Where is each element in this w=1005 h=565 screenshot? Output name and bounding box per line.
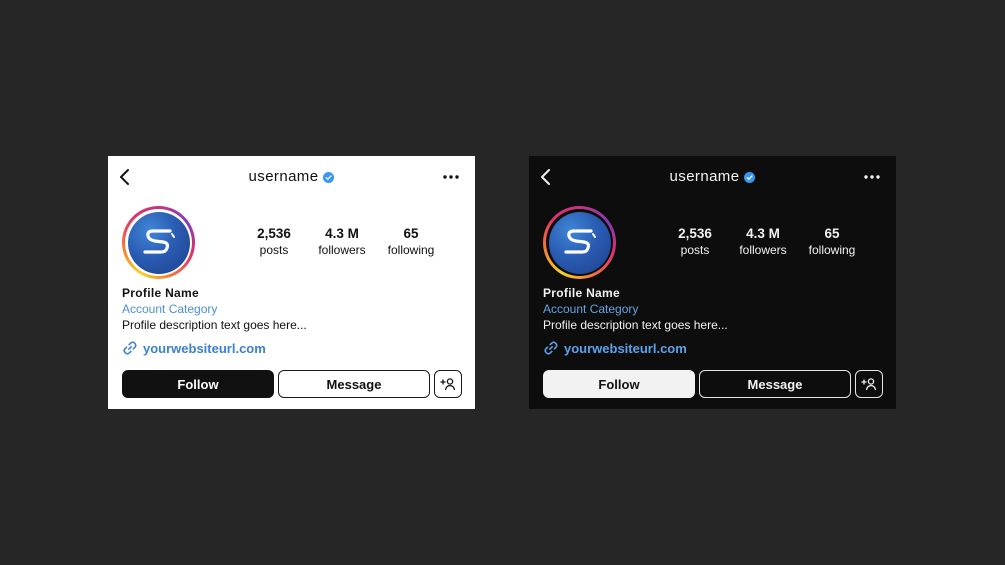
profile-card-dark: username 2,536 posts 4.3 M followers 65 … xyxy=(529,156,896,409)
followers-stat[interactable]: 4.3 M followers xyxy=(728,226,798,257)
username-label: username xyxy=(248,168,319,185)
posts-count: 2,536 xyxy=(678,226,712,241)
follow-button[interactable]: Follow xyxy=(543,370,695,398)
message-button[interactable]: Message xyxy=(278,370,430,398)
username-label: username xyxy=(669,168,740,185)
website-link-row[interactable]: yourwebsiteurl.com xyxy=(543,340,687,356)
verified-badge-icon xyxy=(744,171,756,183)
avatar[interactable] xyxy=(543,206,616,279)
followers-label: followers xyxy=(739,243,787,257)
verified-badge-icon xyxy=(323,171,335,183)
add-user-icon xyxy=(861,377,877,391)
followers-stat[interactable]: 4.3 M followers xyxy=(307,226,377,257)
website-link[interactable]: yourwebsiteurl.com xyxy=(143,341,266,356)
website-link-row[interactable]: yourwebsiteurl.com xyxy=(122,340,266,356)
message-button[interactable]: Message xyxy=(699,370,851,398)
following-stat[interactable]: 65 following xyxy=(376,226,446,257)
posts-label: posts xyxy=(259,243,289,257)
following-label: following xyxy=(387,243,435,257)
posts-count: 2,536 xyxy=(257,226,291,241)
followers-label: followers xyxy=(318,243,366,257)
posts-label: posts xyxy=(680,243,710,257)
s-logo-icon xyxy=(548,211,611,274)
header-title: username xyxy=(529,168,896,185)
profile-description: Profile description text goes here... xyxy=(543,318,728,332)
following-count: 65 xyxy=(824,226,840,241)
account-category: Account Category xyxy=(122,302,218,316)
s-logo-icon xyxy=(127,211,190,274)
link-icon xyxy=(122,340,138,356)
add-user-button[interactable] xyxy=(434,370,462,398)
following-count: 65 xyxy=(403,226,419,241)
posts-stat[interactable]: 2,536 posts xyxy=(239,226,309,257)
profile-name: Profile Name xyxy=(122,286,199,300)
link-icon xyxy=(543,340,559,356)
more-horizontal-icon[interactable] xyxy=(441,169,461,185)
account-category: Account Category xyxy=(543,302,639,316)
follow-button[interactable]: Follow xyxy=(122,370,274,398)
posts-stat[interactable]: 2,536 posts xyxy=(660,226,730,257)
more-horizontal-icon[interactable] xyxy=(862,169,882,185)
website-link[interactable]: yourwebsiteurl.com xyxy=(564,341,687,356)
profile-description: Profile description text goes here... xyxy=(122,318,307,332)
profile-name: Profile Name xyxy=(543,286,620,300)
followers-count: 4.3 M xyxy=(325,226,359,241)
following-stat[interactable]: 65 following xyxy=(797,226,867,257)
avatar[interactable] xyxy=(122,206,195,279)
followers-count: 4.3 M xyxy=(746,226,780,241)
add-user-icon xyxy=(440,377,456,391)
following-label: following xyxy=(808,243,856,257)
add-user-button[interactable] xyxy=(855,370,883,398)
profile-card-light: username 2,536 posts 4.3 M followers 65 … xyxy=(108,156,475,409)
header-title: username xyxy=(108,168,475,185)
